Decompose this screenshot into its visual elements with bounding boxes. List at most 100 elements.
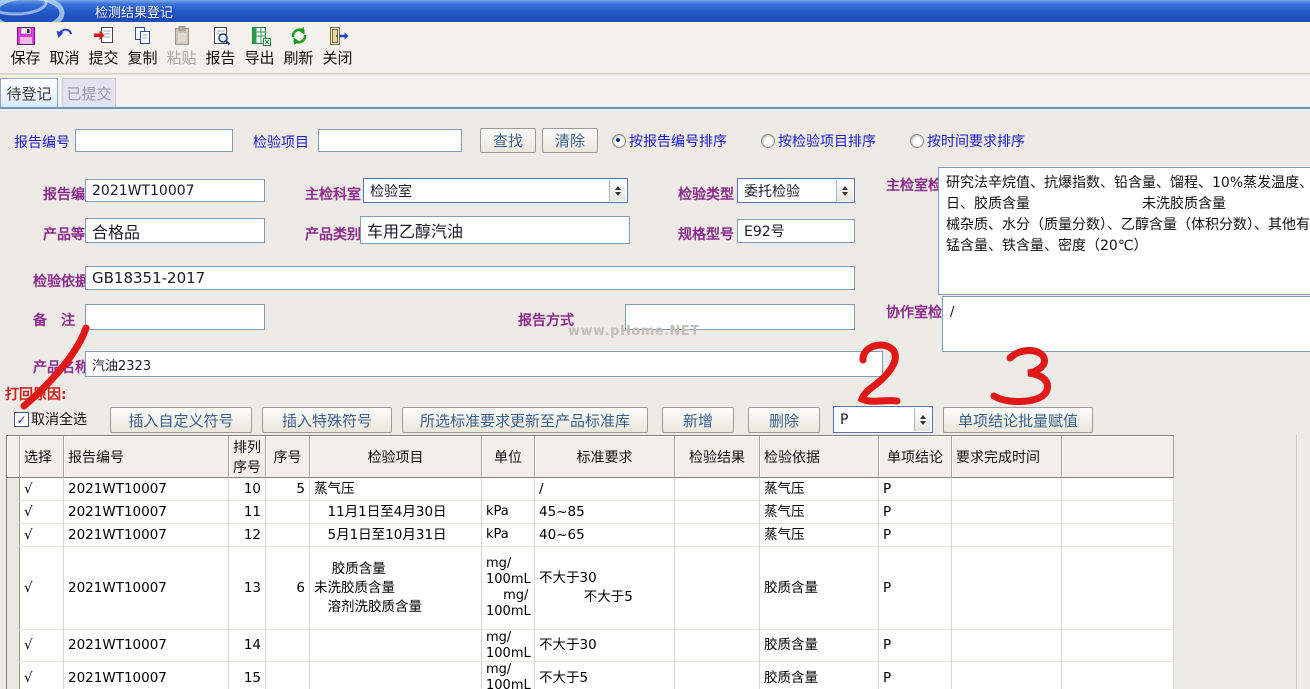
clear-button[interactable]: 清除	[542, 128, 598, 153]
batch-assign-button[interactable]: 单项结论批量赋值	[943, 407, 1093, 433]
cell-time	[952, 662, 1062, 689]
tab-pending[interactable]: 待登记	[0, 78, 58, 107]
report-icon	[210, 24, 232, 48]
spec-field[interactable]: E92号	[737, 219, 855, 243]
main-items-textarea[interactable]: 研究法辛烷值、抗爆指数、铅含量、馏程、10%蒸发温度、50%蒸 日、胶质含量 未…	[938, 167, 1310, 295]
cell-standard: 不大于30 不大于5	[535, 547, 675, 630]
submit-icon	[93, 24, 115, 48]
cell-conclusion: P	[879, 630, 952, 662]
conclusion-spinner-icon[interactable]	[914, 408, 931, 431]
toolbar-button-label: 导出	[244, 48, 274, 68]
toolbar-button-label: 刷新	[283, 48, 313, 68]
toolbar-report-button[interactable]: 报告	[201, 24, 240, 72]
sort-option-2[interactable]: 按检验项目排序	[761, 131, 876, 151]
col-header-seq[interactable]: 序号	[266, 436, 310, 478]
row-selector-margin	[7, 630, 20, 662]
main-dept-select[interactable]: 检验室	[363, 178, 628, 203]
col-header-time[interactable]: 要求完成时间	[952, 436, 1062, 478]
tab-submitted[interactable]: 已提交	[62, 78, 116, 107]
col-header-conclusion[interactable]: 单项结论	[879, 436, 952, 478]
panel-right-border	[1296, 435, 1297, 689]
toolbar-refresh-button[interactable]: 刷新	[279, 24, 318, 72]
table-row[interactable]: √2021WT1000715mg/ 100mL不大于5胶质含量P	[7, 662, 1174, 689]
radio-icon[interactable]	[612, 134, 626, 148]
conclusion-value: P	[840, 412, 848, 428]
sort-option-1[interactable]: 按报告编号排序	[612, 131, 727, 151]
report-method-label: 报告方式	[518, 310, 574, 330]
report-no-field[interactable]: 2021WT10007	[85, 179, 265, 202]
watermark: www.pHome.NET	[568, 324, 700, 339]
cell-order_no: 13	[229, 547, 266, 630]
col-header-report_no[interactable]: 报告编号	[64, 436, 229, 478]
cell-report_no: 2021WT10007	[64, 630, 229, 662]
toolbar: 保存取消提交复制粘贴报告导出刷新关闭	[0, 22, 1310, 74]
sort-option-3[interactable]: 按时间要求排序	[910, 131, 1025, 151]
cell-checked[interactable]: √	[20, 501, 64, 524]
table-row[interactable]: √2021WT1000712 5月1日至10月31日kPa40~65蒸气压P	[7, 524, 1174, 547]
cell-result	[675, 547, 760, 630]
col-header-item[interactable]: 检验项目	[310, 436, 482, 478]
search-report-no-input[interactable]	[75, 129, 233, 152]
cell-time	[952, 630, 1062, 662]
cancel-icon	[54, 24, 76, 48]
table-row[interactable]: √2021WT10007105蒸气压/蒸气压P	[7, 478, 1174, 501]
remark-field[interactable]	[85, 304, 265, 330]
basis-field[interactable]: GB18351-2017	[85, 266, 855, 290]
insert-custom-symbol-button[interactable]: 插入自定义符号	[110, 407, 252, 433]
grade-field[interactable]: 合格品	[85, 218, 265, 243]
search-report-no-label: 报告编号	[14, 132, 70, 152]
test-type-spinner-icon[interactable]	[836, 180, 853, 201]
coop-items-textarea[interactable]: /	[942, 296, 1310, 352]
col-header-result[interactable]: 检验结果	[675, 436, 760, 478]
cell-checked[interactable]: √	[20, 524, 64, 547]
cell-seq	[266, 524, 310, 547]
row-selector-margin	[7, 547, 20, 630]
toolbar-export-button[interactable]: 导出	[240, 24, 279, 72]
uncheck-all-checkbox[interactable]: ✓	[14, 412, 29, 427]
cell-time	[952, 478, 1062, 501]
table-row[interactable]: √2021WT10007136 胶质含量 未洗胶质含量 溶剂洗胶质含量mg/ 1…	[7, 547, 1174, 630]
table-row[interactable]: √2021WT1000711 11月1日至4月30日kPa45~85蒸气压P	[7, 501, 1174, 524]
radio-icon[interactable]	[910, 134, 924, 148]
update-standard-button[interactable]: 所选标准要求更新至产品标准库	[402, 407, 648, 433]
insert-special-symbol-button[interactable]: 插入特殊符号	[262, 407, 392, 433]
cell-standard: 不大于30	[535, 630, 675, 662]
search-item-input[interactable]	[318, 129, 462, 152]
col-header-order_no[interactable]: 排列序号	[229, 436, 266, 478]
radio-icon[interactable]	[761, 134, 775, 148]
remark-label: 备 注	[33, 310, 75, 330]
toolbar-cancel-button[interactable]: 取消	[45, 24, 84, 72]
cell-checked[interactable]: √	[20, 630, 64, 662]
cell-standard: /	[535, 478, 675, 501]
product-name-field[interactable]: 汽油2323	[85, 351, 883, 377]
cell-basis: 胶质含量	[760, 630, 879, 662]
toolbar-save-button[interactable]: 保存	[6, 24, 45, 72]
col-header-standard[interactable]: 标准要求	[535, 436, 675, 478]
sort-option-label: 按时间要求排序	[927, 131, 1025, 151]
spec-label: 规格型号	[678, 224, 734, 244]
cell-checked[interactable]: √	[20, 478, 64, 501]
delete-button[interactable]: 删除	[748, 407, 820, 433]
cell-conclusion: P	[879, 524, 952, 547]
category-field[interactable]: 车用乙醇汽油	[360, 216, 630, 244]
col-header-unit[interactable]: 单位	[482, 436, 535, 478]
cell-blank	[1062, 478, 1174, 501]
add-button[interactable]: 新增	[662, 407, 734, 433]
toolbar-submit-button[interactable]: 提交	[84, 24, 123, 72]
cell-conclusion: P	[879, 662, 952, 689]
col-header-basis[interactable]: 检验依据	[760, 436, 879, 478]
find-button[interactable]: 查找	[480, 128, 536, 153]
cell-checked[interactable]: √	[20, 547, 64, 630]
cell-checked[interactable]: √	[20, 662, 64, 689]
cell-blank	[1062, 524, 1174, 547]
main-dept-spinner-icon[interactable]	[609, 180, 626, 201]
basis-label: 检验依据	[33, 271, 89, 291]
toolbar-copy-button[interactable]: 复制	[123, 24, 162, 72]
conclusion-select[interactable]: P	[833, 406, 933, 433]
table-row[interactable]: √2021WT1000714mg/ 100mL不大于30胶质含量P	[7, 630, 1174, 662]
toolbar-close-button[interactable]: 关闭	[318, 24, 357, 72]
col-header-checked[interactable]: 选择	[20, 436, 64, 478]
cell-standard: 45~85	[535, 501, 675, 524]
test-type-select[interactable]: 委托检验	[737, 178, 855, 203]
cell-blank	[1062, 630, 1174, 662]
